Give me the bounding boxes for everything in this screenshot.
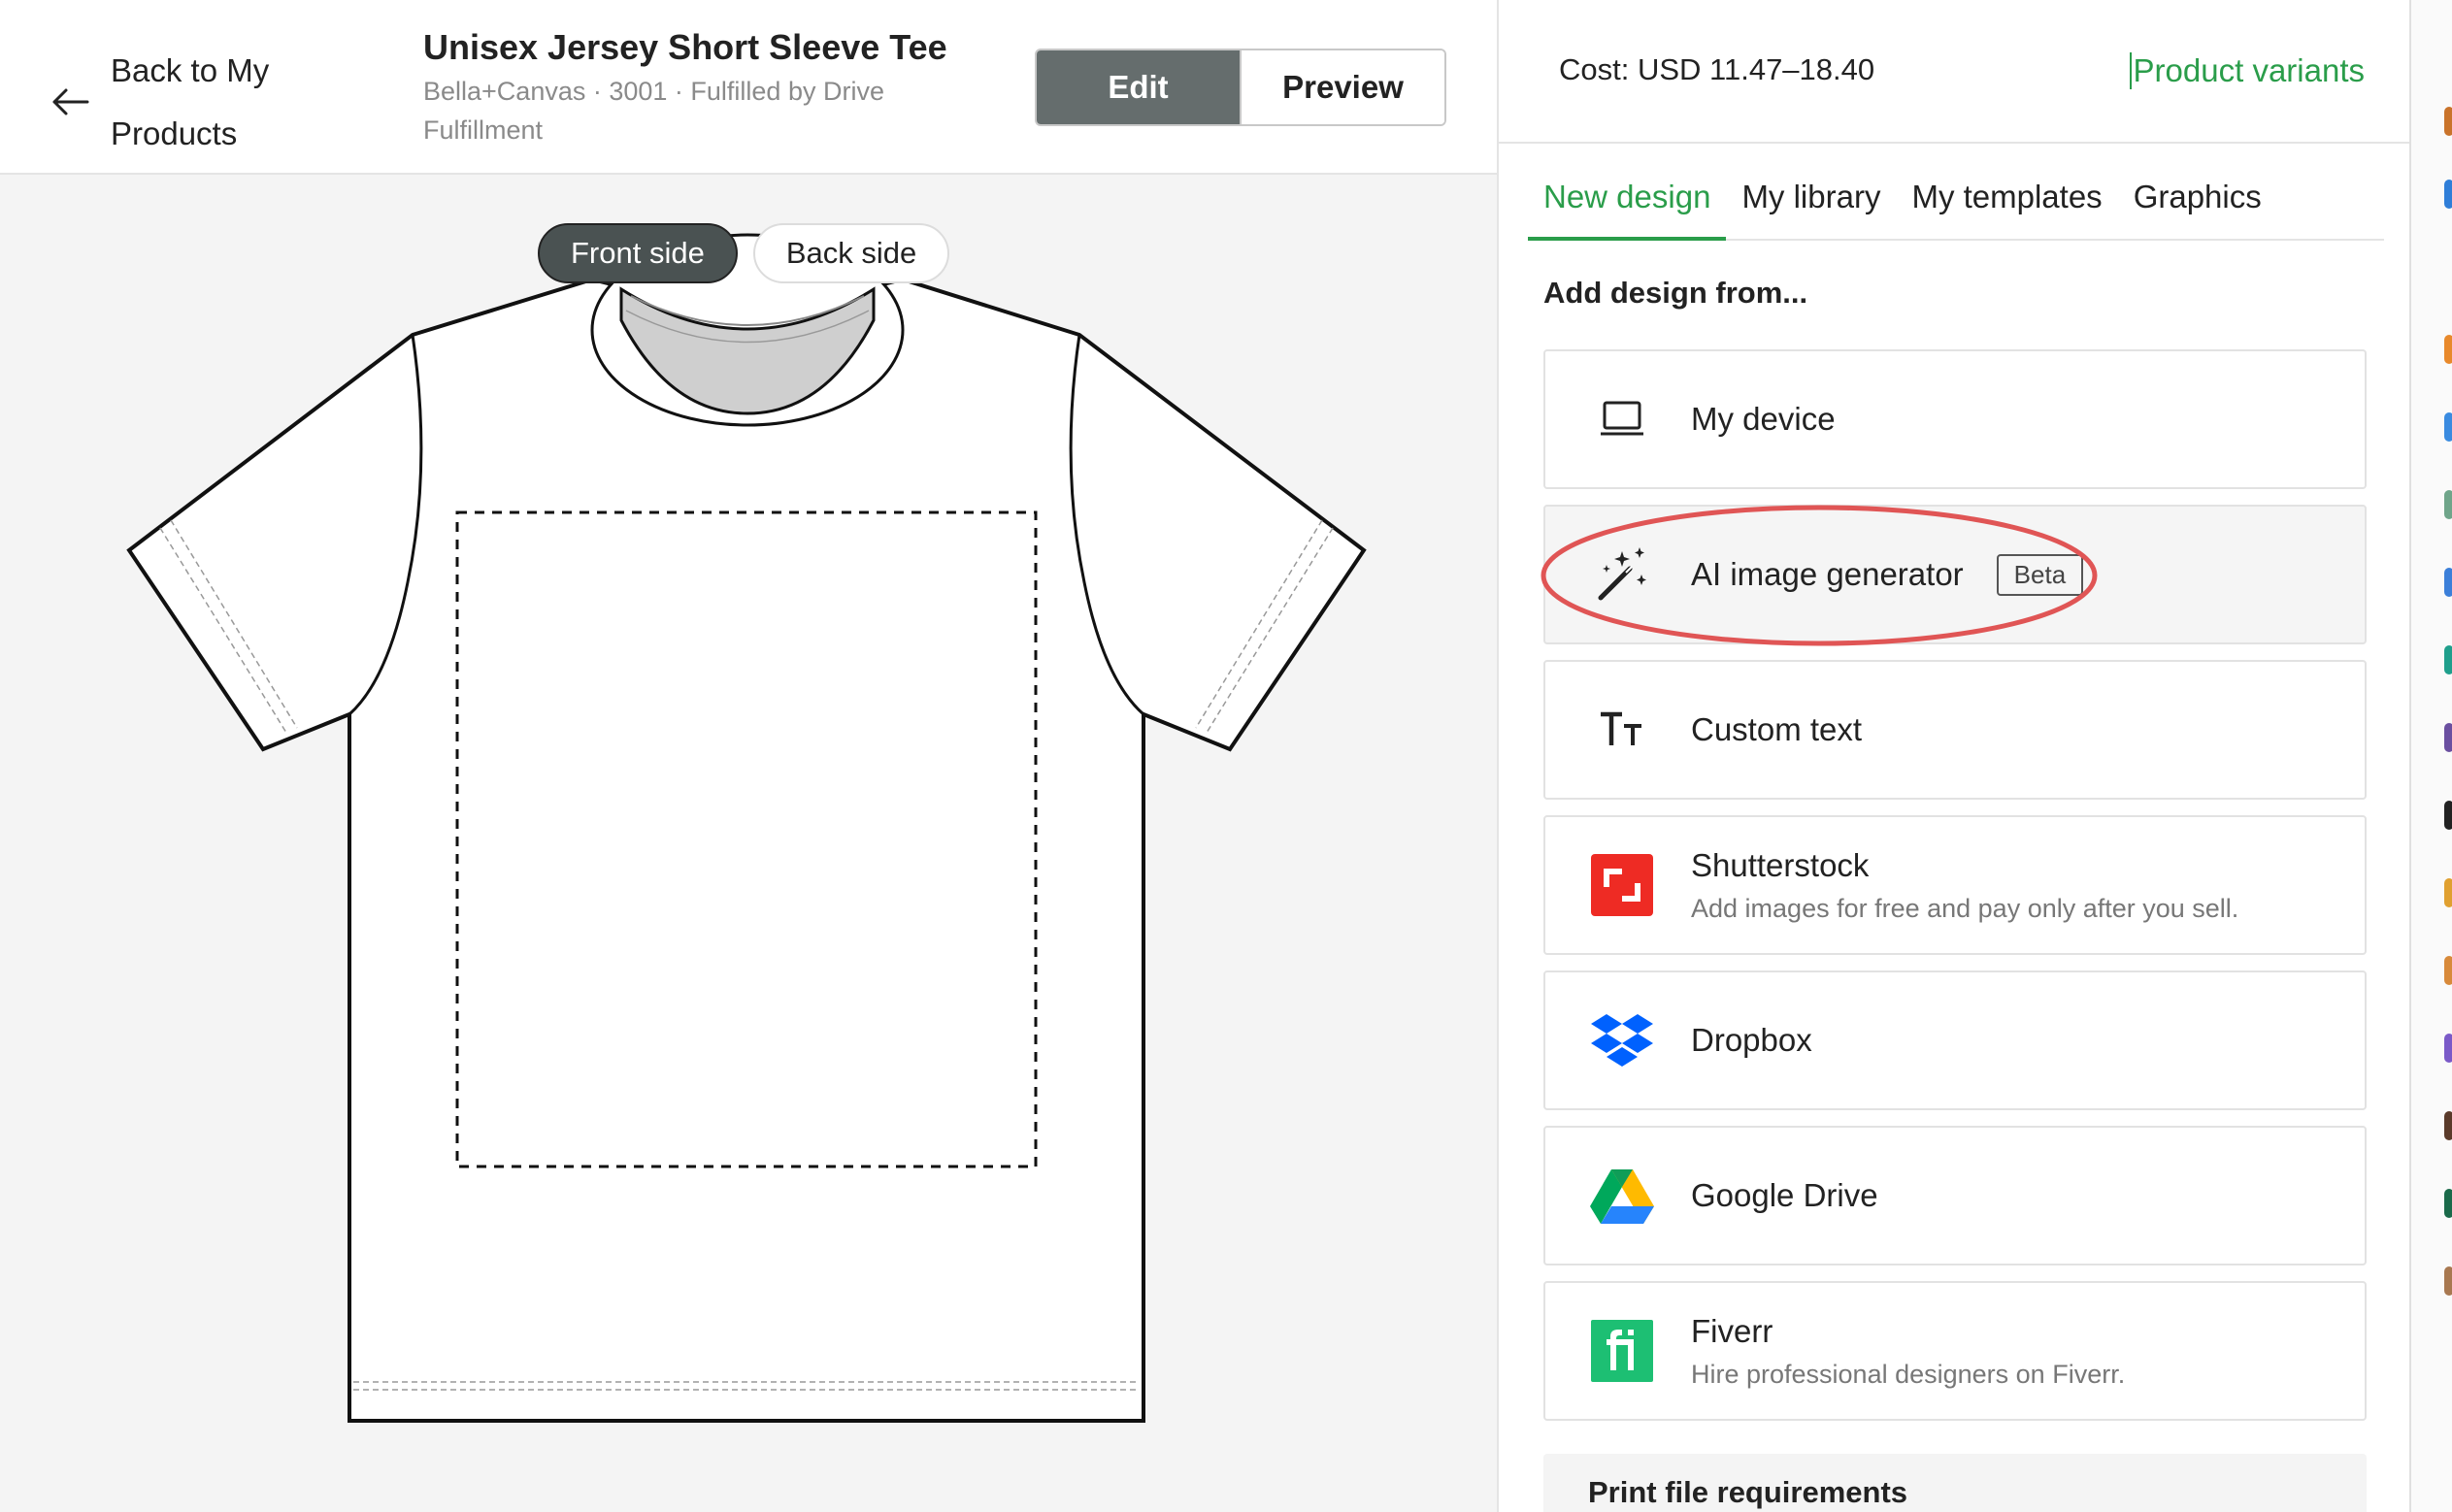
cost-range: Cost: USD 11.47–18.40 [1559,52,1875,86]
dropbox-icon [1590,1008,1654,1072]
design-canvas: Front side Back side [0,175,1497,1512]
shutterstock-icon [1590,853,1654,917]
dock-app-icon[interactable] [2444,801,2452,830]
edit-preview-toggle: Edit Preview [1035,49,1446,126]
product-variants-link[interactable]: Product variants [2129,52,2365,89]
product-title-block: Unisex Jersey Short Sleeve Tee Bella+Can… [423,25,967,149]
laptop-icon [1590,387,1654,451]
back-side-button[interactable]: Back side [752,223,950,283]
dock-app-icon[interactable] [2444,490,2452,519]
add-design-heading: Add design from... [1543,276,1808,310]
edit-button[interactable]: Edit [1037,50,1240,124]
cost-bar: Cost: USD 11.47–18.40 Product variants [1499,0,2409,144]
print-file-requirements[interactable]: Print file requirements [1543,1454,2367,1512]
front-side-button[interactable]: Front side [538,223,738,283]
tab-my-templates[interactable]: My templates [1896,163,2117,241]
text-size-icon [1590,698,1654,762]
source-description: Hire professional designers on Fiverr. [1691,1359,2126,1389]
dock-edge [2409,0,2452,1512]
arrow-left-icon [52,88,89,115]
dock-app-icon[interactable] [2444,412,2452,442]
magic-wand-icon [1590,542,1654,607]
design-source-list: My device AI image generator Beta Custom… [1541,349,2367,1436]
dock-app-icon[interactable] [2444,723,2452,752]
dock-app-icon[interactable] [2444,1266,2452,1296]
product-title: Unisex Jersey Short Sleeve Tee [423,27,947,67]
source-title: Fiverr [1691,1312,1773,1349]
side-toggle: Front side Back side [538,223,950,283]
beta-badge: Beta [1996,553,2084,596]
dock-app-icon[interactable] [2444,107,2452,136]
google-drive-icon [1590,1164,1654,1228]
source-my-device[interactable]: My device [1543,349,2367,489]
dock-app-icon[interactable] [2444,1034,2452,1063]
source-title: Shutterstock [1691,846,1870,883]
source-title: Dropbox [1691,1022,1812,1058]
source-description: Add images for free and pay only after y… [1691,893,2239,923]
back-link-label: Back to My Products [111,52,270,151]
source-title: Custom text [1691,711,1863,747]
design-tabs: New design My library My templates Graph… [1528,163,2384,241]
dock-app-icon[interactable] [2444,1189,2452,1218]
dock-app-icon[interactable] [2444,335,2452,364]
source-title: AI image generator [1691,556,1964,592]
dock-app-icon[interactable] [2444,956,2452,985]
source-dropbox[interactable]: Dropbox [1543,970,2367,1110]
dock-divider [2409,0,2411,1512]
fiverr-icon [1590,1319,1654,1383]
dock-app-icon[interactable] [2444,878,2452,907]
source-title: Google Drive [1691,1177,1878,1213]
source-ai-image-generator[interactable]: AI image generator Beta [1541,505,2367,646]
top-header: Back to My Products Unisex Jersey Short … [0,0,1497,175]
design-sources-panel: Cost: USD 11.47–18.40 Product variants N… [1497,0,2409,1512]
tab-my-library[interactable]: My library [1726,163,1896,241]
dock-app-icon[interactable] [2444,180,2452,209]
t-shirt-outline [126,277,1367,1423]
dock-app-icon[interactable] [2444,645,2452,674]
tab-new-design[interactable]: New design [1528,163,1727,241]
source-shutterstock[interactable]: Shutterstock Add images for free and pay… [1543,815,2367,955]
back-to-products-link[interactable]: Back to My Products [49,39,295,165]
preview-button[interactable]: Preview [1240,50,1444,124]
source-fiverr[interactable]: Fiverr Hire professional designers on Fi… [1543,1281,2367,1421]
tab-graphics[interactable]: Graphics [2118,163,2277,241]
source-title: My device [1691,401,1836,437]
dock-app-icon[interactable] [2444,1111,2452,1140]
t-shirt-mockup [126,233,1367,1423]
dock-app-icon[interactable] [2444,568,2452,597]
source-google-drive[interactable]: Google Drive [1543,1126,2367,1265]
product-subtitle: Bella+Canvas · 3001 · Fulfilled by Drive… [423,77,884,145]
source-custom-text[interactable]: Custom text [1543,660,2367,800]
